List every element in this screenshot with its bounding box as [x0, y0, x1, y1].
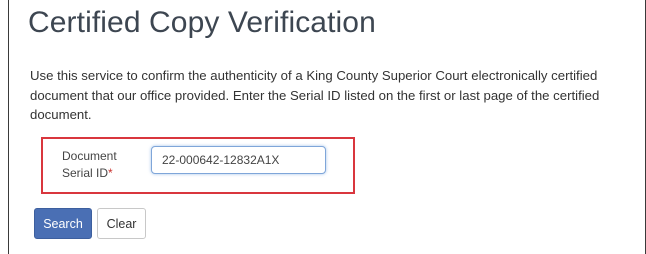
intro-text: Use this service to confirm the authenti… [30, 68, 600, 122]
search-button[interactable]: Search [34, 208, 92, 239]
required-marker: * [108, 166, 113, 180]
page-title: Certified Copy Verification [28, 6, 376, 39]
serial-id-label: Document Serial ID* [62, 148, 142, 182]
serial-id-input[interactable] [151, 146, 326, 174]
clear-button[interactable]: Clear [97, 208, 146, 239]
